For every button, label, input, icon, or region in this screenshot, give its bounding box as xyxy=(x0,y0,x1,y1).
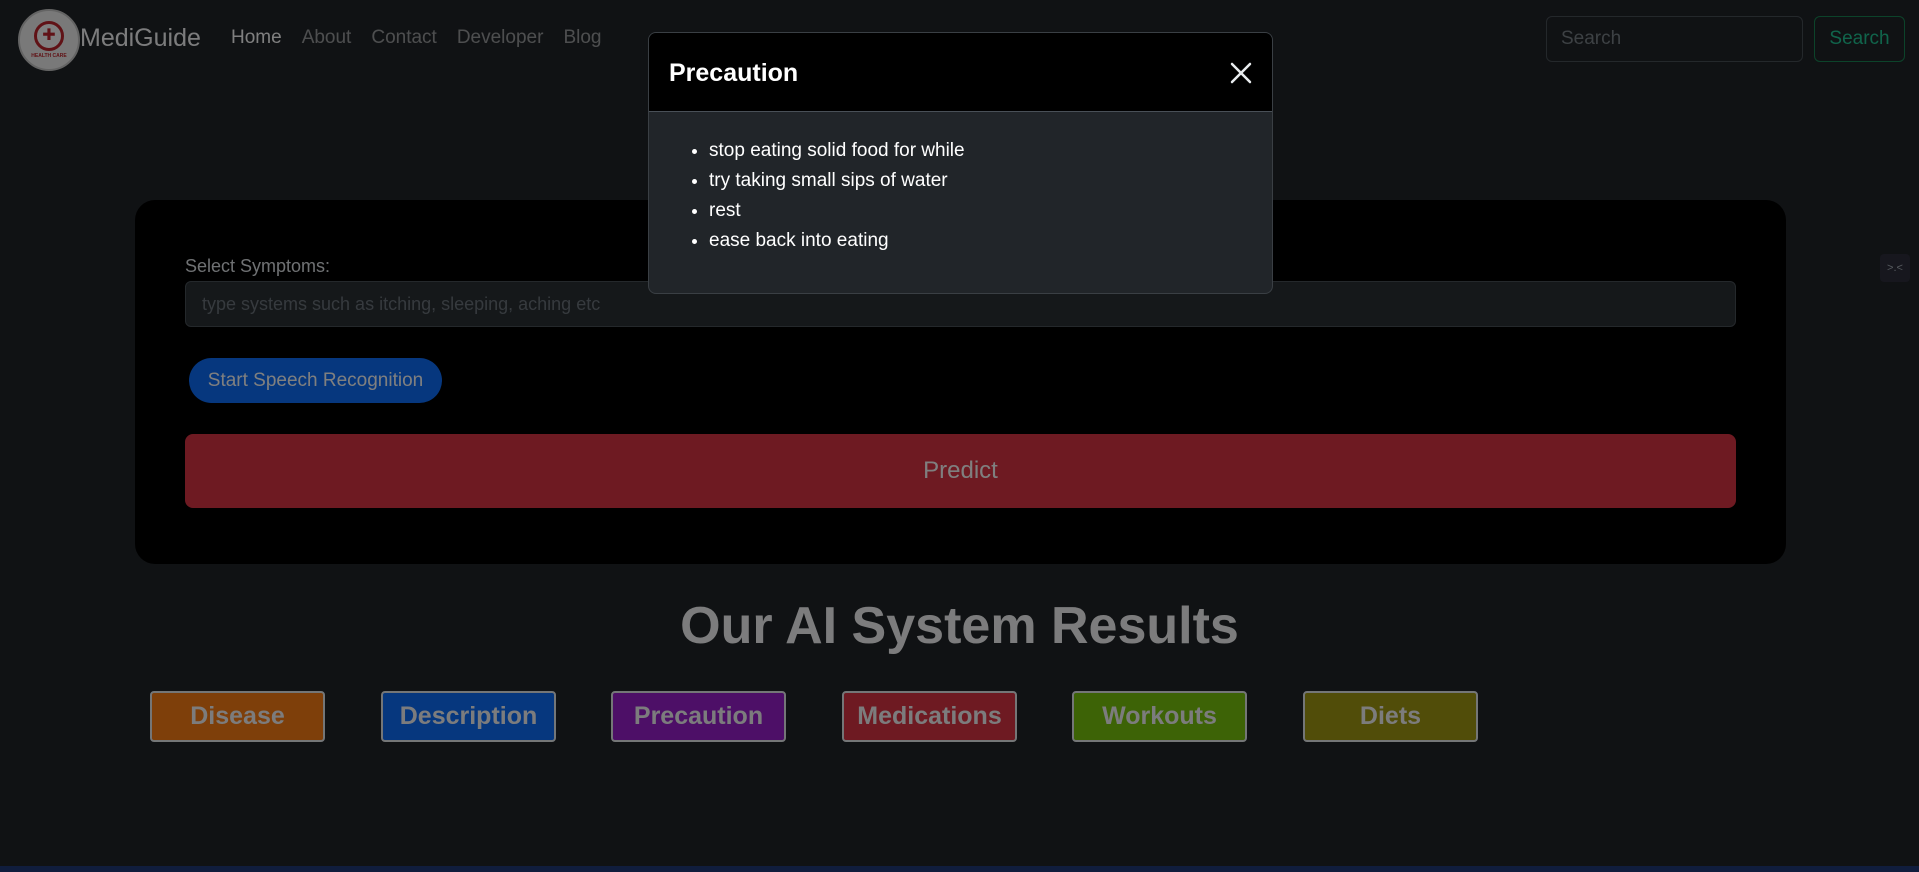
precaution-modal: Precaution stop eating solid food for wh… xyxy=(648,32,1273,294)
page: ✚ HEALTH CARE MediGuide Home About Conta… xyxy=(0,0,1919,872)
modal-body: stop eating solid food for while try tak… xyxy=(649,112,1272,256)
close-button[interactable] xyxy=(1227,59,1255,87)
modal-title: Precaution xyxy=(669,59,799,87)
list-item: rest xyxy=(709,196,1252,226)
precaution-list: stop eating solid food for while try tak… xyxy=(709,136,1252,256)
close-icon xyxy=(1230,62,1252,84)
list-item: ease back into eating xyxy=(709,226,1252,256)
modal-header: Precaution xyxy=(649,33,1272,112)
list-item: try taking small sips of water xyxy=(709,166,1252,196)
list-item: stop eating solid food for while xyxy=(709,136,1252,166)
